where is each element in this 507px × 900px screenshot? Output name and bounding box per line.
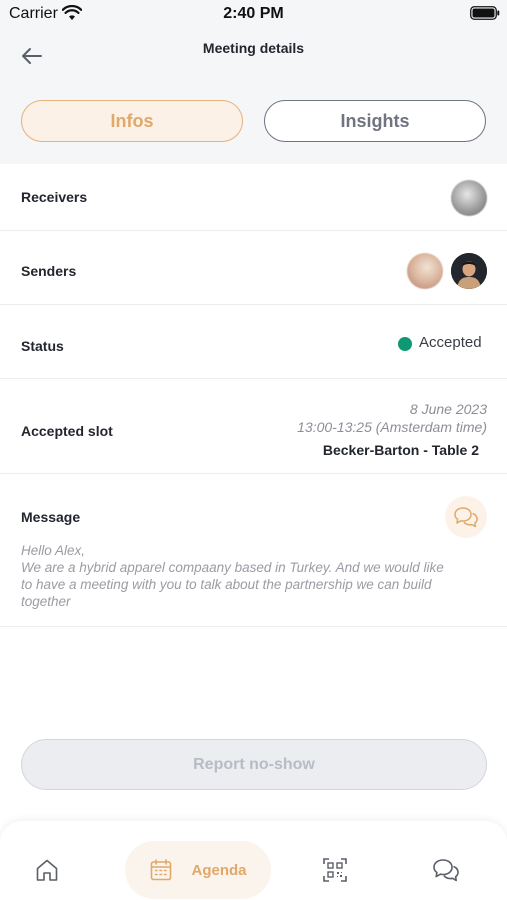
- status-indicator: [398, 337, 412, 351]
- status-value: Accepted: [419, 334, 482, 351]
- sender-avatar[interactable]: [451, 253, 487, 289]
- qr-code-icon: [323, 858, 347, 882]
- slot-date: 8 June 2023: [409, 401, 487, 417]
- reply-chat-button[interactable]: [445, 496, 487, 538]
- receivers-row: Receivers: [0, 164, 507, 231]
- receivers-label: Receivers: [21, 189, 88, 205]
- tab-bar-agenda-label: Agenda: [191, 861, 247, 879]
- senders-label: Senders: [21, 263, 77, 279]
- slot-time: 13:00-13:25 (Amsterdam time): [297, 419, 487, 435]
- status-row: Status Accepted: [0, 305, 507, 379]
- status-label: Status: [21, 338, 64, 354]
- tab-bar-qr[interactable]: [316, 841, 354, 899]
- message-text: Hello Alex, We are a hybrid apparel comp…: [21, 543, 444, 609]
- page-title: Meeting details: [202, 40, 305, 56]
- receiver-avatar[interactable]: [451, 180, 487, 216]
- accepted-slot-label: Accepted slot: [21, 423, 113, 439]
- chat-icon: [433, 859, 459, 882]
- report-no-show-button[interactable]: Report no-show: [21, 739, 487, 790]
- bottom-tab-bar: Agenda: [0, 821, 507, 900]
- calendar-icon: [151, 859, 172, 881]
- slot-table: Becker-Barton - Table 2: [322, 442, 479, 458]
- tab-bar-chat[interactable]: [427, 841, 465, 899]
- accepted-slot-row: Accepted slot 8 June 2023 13:00-13:25 (A…: [0, 379, 507, 474]
- message-label: Message: [21, 509, 81, 525]
- battery-icon: [470, 6, 500, 20]
- tab-insights[interactable]: Insights: [264, 100, 486, 142]
- home-icon: [36, 859, 58, 881]
- tab-bar-home[interactable]: [28, 841, 66, 899]
- status-bar: Carrier 2:40 PM: [0, 0, 507, 30]
- tab-infos[interactable]: Infos: [21, 100, 243, 142]
- sender-avatar[interactable]: [407, 253, 443, 289]
- tab-bar-agenda[interactable]: Agenda: [125, 841, 271, 899]
- clock: 2:40 PM: [223, 5, 284, 22]
- message-row: Message Hello Alex, We are a hybrid appa…: [0, 474, 507, 627]
- senders-row: Senders: [0, 231, 507, 305]
- chat-icon: [454, 507, 478, 528]
